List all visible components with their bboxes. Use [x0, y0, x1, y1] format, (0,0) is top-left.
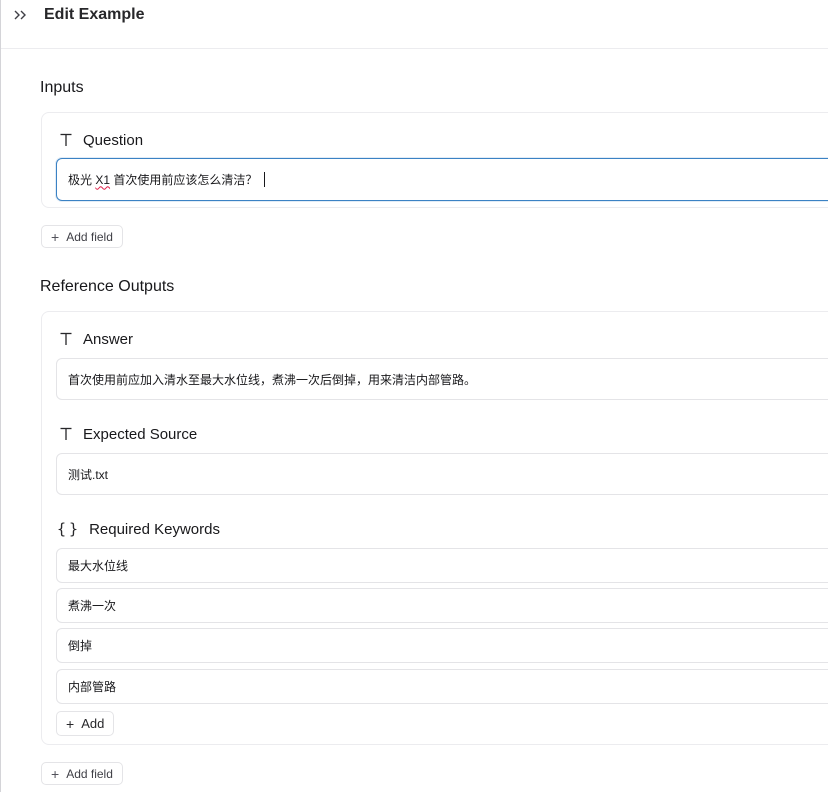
keyword-input[interactable]: 最大水位线	[56, 548, 828, 583]
braces-icon: {}	[57, 520, 82, 538]
keyword-value: 倒掉	[68, 639, 93, 653]
required-keywords-label: {} Required Keywords	[57, 520, 220, 538]
keyword-input[interactable]: 煮沸一次	[56, 588, 828, 623]
answer-input[interactable]: 首次使用前应加入清水至最大水位线，煮沸一次后倒掉，用来清洁内部管路。	[56, 358, 828, 400]
reference-outputs-section-title: Reference Outputs	[40, 278, 175, 295]
question-label: Question	[57, 131, 143, 149]
keyword-value: 最大水位线	[68, 559, 129, 573]
text-caret	[264, 172, 266, 187]
expected-source-label: Expected Source	[57, 425, 197, 443]
question-label-text: Question	[83, 131, 144, 149]
question-value-misspelled: X1	[95, 172, 111, 187]
plus-icon: +	[66, 715, 75, 732]
page-title: Edit Example	[44, 6, 145, 23]
expected-source-value: 测试.txt	[68, 467, 109, 482]
answer-label-text: Answer	[83, 330, 134, 348]
reference-outputs-card: Answer 首次使用前应加入清水至最大水位线，煮沸一次后倒掉，用来清洁内部管路…	[41, 311, 828, 745]
keyword-input[interactable]: 内部管路	[56, 669, 828, 704]
question-input[interactable]: 极光 X1 首次使用前应该怎么清洁？	[56, 158, 828, 201]
add-field-label: Add field	[66, 766, 113, 781]
keyword-input[interactable]: 倒掉	[56, 628, 828, 663]
answer-label: Answer	[57, 330, 133, 348]
plus-icon: +	[51, 228, 60, 245]
text-type-icon	[57, 330, 75, 348]
panel-header: Edit Example	[1, 0, 828, 49]
question-value-suffix: 首次使用前应该怎么清洁？	[110, 173, 258, 187]
plus-icon: +	[51, 765, 60, 782]
add-field-button-inputs[interactable]: + Add field	[41, 225, 123, 248]
text-type-icon	[57, 425, 75, 443]
double-chevron-right-icon[interactable]	[8, 5, 32, 25]
add-keyword-button[interactable]: + Add	[56, 711, 115, 736]
answer-value: 首次使用前应加入清水至最大水位线，煮沸一次后倒掉，用来清洁内部管路。	[68, 372, 477, 387]
text-type-icon	[57, 131, 75, 149]
question-value-prefix: 极光	[68, 173, 96, 187]
keyword-value: 内部管路	[68, 680, 117, 694]
keyword-value: 煮沸一次	[68, 599, 117, 613]
inputs-section-title: Inputs	[40, 79, 84, 96]
add-field-label: Add field	[66, 229, 113, 244]
required-keywords-label-text: Required Keywords	[89, 520, 220, 538]
inputs-card: Question 极光 X1 首次使用前应该怎么清洁？	[41, 112, 828, 208]
edit-example-panel: Edit Example Inputs Question 极光 X1 首次使用前…	[0, 0, 828, 792]
add-field-button-reference-outputs[interactable]: + Add field	[41, 762, 123, 785]
expected-source-label-text: Expected Source	[83, 425, 198, 443]
add-keyword-label: Add	[81, 716, 105, 731]
expected-source-input[interactable]: 测试.txt	[56, 453, 828, 495]
